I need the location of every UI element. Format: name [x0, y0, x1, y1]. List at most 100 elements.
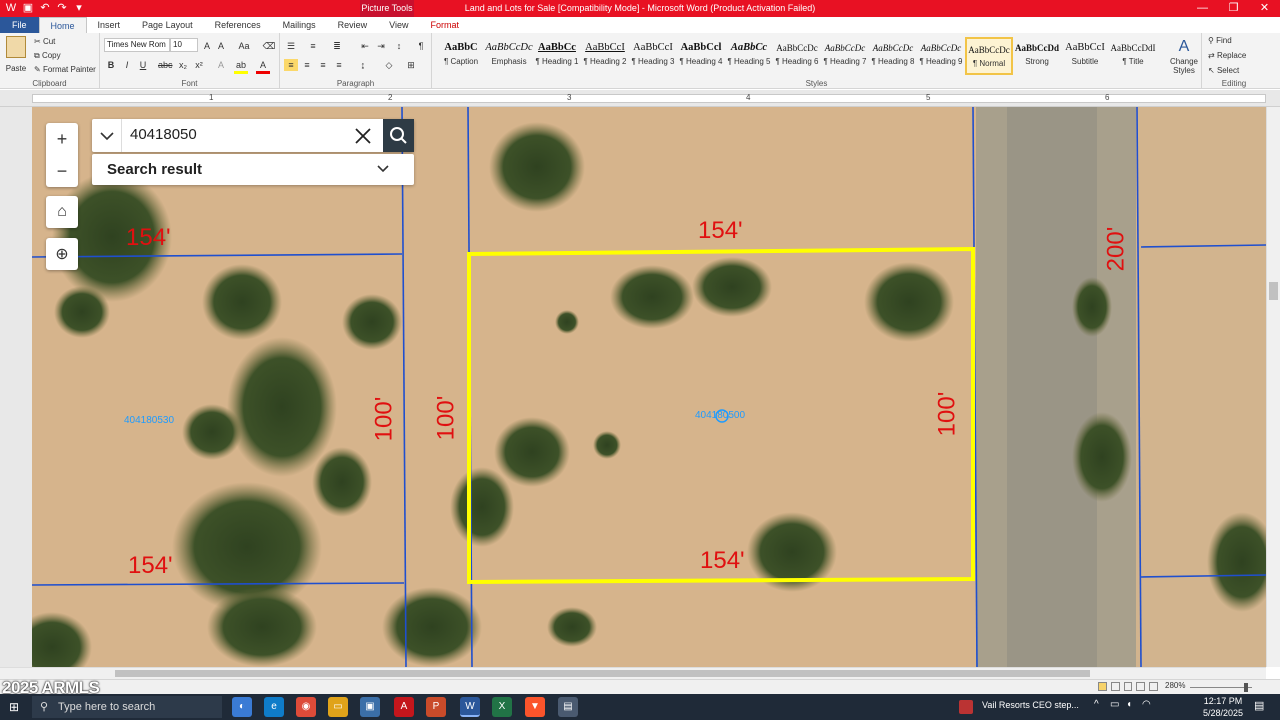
sort-icon[interactable]: ↕: [392, 40, 406, 52]
search-result-panel[interactable]: Search result: [92, 154, 414, 185]
zoom-level[interactable]: 280%: [1165, 681, 1185, 690]
customize-qat-icon[interactable]: ▾: [72, 2, 86, 15]
bold-icon[interactable]: B: [104, 59, 118, 71]
zoom-in-button[interactable]: +: [57, 123, 68, 155]
style-strong[interactable]: AaBbCcDd Strong: [1013, 37, 1061, 75]
tab-home[interactable]: Home: [38, 17, 87, 33]
shading-icon[interactable]: ◇: [382, 59, 396, 71]
vertical-scroll-thumb[interactable]: [1269, 282, 1278, 300]
grow-font-icon[interactable]: A: [200, 40, 214, 52]
save-icon[interactable]: ▣: [21, 2, 35, 15]
font-color-icon[interactable]: A: [256, 59, 270, 74]
file-explorer-icon[interactable]: ▭: [328, 697, 348, 717]
highlight-icon[interactable]: ab: [234, 59, 248, 74]
locate-button[interactable]: ⊕: [46, 238, 78, 270]
vertical-scrollbar[interactable]: [1266, 107, 1280, 667]
change-styles-button[interactable]: A Change Styles: [1166, 37, 1202, 79]
decrease-indent-icon[interactable]: ⇤: [358, 40, 372, 52]
parcel-label-center[interactable]: 404180500: [695, 410, 745, 421]
cut-button[interactable]: ✂ Cut: [34, 37, 55, 46]
increase-indent-icon[interactable]: ⇥: [374, 40, 388, 52]
zoom-out-button[interactable]: −: [57, 155, 68, 187]
select-button[interactable]: ↖ Select: [1208, 66, 1239, 75]
vertical-ruler[interactable]: [0, 107, 32, 667]
change-case-icon[interactable]: Aa: [237, 40, 251, 52]
edge-icon[interactable]: e: [264, 697, 284, 717]
brave-icon[interactable]: ▼: [525, 697, 545, 717]
pdf-reader-icon[interactable]: A: [394, 697, 414, 717]
network-icon[interactable]: ▭: [1110, 699, 1119, 710]
clear-formatting-icon[interactable]: ⌫: [262, 40, 276, 52]
parcel-label-left[interactable]: 404180530: [124, 415, 174, 426]
tab-mailings[interactable]: Mailings: [272, 17, 327, 33]
tab-references[interactable]: References: [204, 17, 272, 33]
style-heading-8[interactable]: AaBbCcDc ¶ Heading 8: [869, 37, 917, 75]
style-heading-4[interactable]: AaBbCcl ¶ Heading 4: [677, 37, 725, 75]
full-screen-icon[interactable]: [1110, 682, 1120, 691]
taskbar-search[interactable]: ⚲ Type here to search: [32, 696, 222, 718]
underline-icon[interactable]: U: [136, 59, 150, 71]
search-button[interactable]: [383, 119, 414, 152]
powerpoint-icon[interactable]: P: [426, 697, 446, 717]
draft-icon[interactable]: [1149, 682, 1158, 691]
align-center-icon[interactable]: ≡: [300, 59, 314, 71]
horizontal-scroll-thumb[interactable]: [115, 670, 1090, 677]
copy-button[interactable]: ⧉ Copy: [34, 51, 61, 61]
excel-icon[interactable]: X: [492, 697, 512, 717]
web-layout-icon[interactable]: [1123, 682, 1133, 691]
remote-desktop-icon[interactable]: ▤: [558, 697, 578, 717]
italic-icon[interactable]: I: [120, 59, 134, 71]
superscript-icon[interactable]: x²: [192, 59, 206, 71]
word-icon[interactable]: W: [460, 697, 480, 717]
notifications-icon[interactable]: ▤: [1254, 699, 1264, 712]
numbering-icon[interactable]: ≡: [306, 40, 320, 52]
windows-start-icon[interactable]: ⊞: [9, 700, 23, 714]
taskbar-clock[interactable]: 12:17 PM 5/28/2025: [1198, 695, 1248, 719]
style-heading-5[interactable]: AaBbCc ¶ Heading 5: [725, 37, 773, 75]
style-heading-1[interactable]: AaBbCc ¶ Heading 1: [533, 37, 581, 75]
tab-format[interactable]: Format: [420, 17, 471, 33]
undo-icon[interactable]: ↶: [38, 2, 52, 15]
volume-icon[interactable]: ◖: [1126, 699, 1132, 710]
parcel-map-image[interactable]: 154' 154' 100' 100' 100' 154' 154' 200' …: [32, 107, 1266, 667]
tab-review[interactable]: Review: [327, 17, 379, 33]
horizontal-scrollbar[interactable]: [0, 667, 1266, 679]
subscript-icon[interactable]: x₂: [176, 59, 190, 71]
strikethrough-icon[interactable]: abc: [158, 59, 173, 71]
app-icon[interactable]: ▣: [360, 697, 380, 717]
outline-icon[interactable]: [1136, 682, 1146, 691]
font-size-box[interactable]: 10: [170, 38, 198, 52]
font-name-box[interactable]: Times New Rom: [104, 38, 170, 52]
style-normal[interactable]: AaBbCcDc ¶ Normal: [965, 37, 1013, 75]
zoom-slider-knob[interactable]: [1244, 683, 1248, 692]
style-heading-3[interactable]: AaBbCcI ¶ Heading 3: [629, 37, 677, 75]
copilot-icon[interactable]: ◐: [232, 697, 252, 717]
justify-icon[interactable]: ≡: [332, 59, 346, 71]
style-heading-2[interactable]: AaBbCcI ¶ Heading 2: [581, 37, 629, 75]
shrink-font-icon[interactable]: A: [214, 40, 228, 52]
align-right-icon[interactable]: ≡: [316, 59, 330, 71]
print-layout-icon[interactable]: [1098, 682, 1107, 691]
style-heading-9[interactable]: AaBbCcDc ¶ Heading 9: [917, 37, 965, 75]
minimize-button[interactable]: —: [1187, 0, 1218, 17]
tab-file[interactable]: File: [0, 17, 39, 33]
style-subtitle[interactable]: AaBbCcI Subtitle: [1061, 37, 1109, 75]
style-heading-6[interactable]: AaBbCcDc ¶ Heading 6: [773, 37, 821, 75]
tab-view[interactable]: View: [378, 17, 419, 33]
format-painter-button[interactable]: ✎ Format Painter: [34, 65, 96, 74]
close-button[interactable]: ✕: [1249, 0, 1280, 17]
replace-button[interactable]: ⇄ Replace: [1208, 51, 1246, 60]
line-spacing-icon[interactable]: ↨: [356, 59, 370, 71]
search-source-dropdown[interactable]: [92, 119, 122, 152]
style-emphasis[interactable]: AaBbCcDc Emphasis: [485, 37, 533, 75]
wifi-icon[interactable]: ◠: [1142, 699, 1151, 710]
find-button[interactable]: ⚲ Find: [1208, 36, 1232, 45]
borders-icon[interactable]: ⊞: [404, 59, 418, 71]
restore-button[interactable]: ❐: [1218, 0, 1249, 17]
tab-page-layout[interactable]: Page Layout: [131, 17, 204, 33]
style-title[interactable]: AaBbCcDdI ¶ Title: [1109, 37, 1157, 75]
redo-icon[interactable]: ↷: [55, 2, 69, 15]
chrome-icon[interactable]: ◉: [296, 697, 316, 717]
multilevel-list-icon[interactable]: ≣: [330, 40, 344, 52]
zoom-slider[interactable]: [1190, 687, 1252, 688]
